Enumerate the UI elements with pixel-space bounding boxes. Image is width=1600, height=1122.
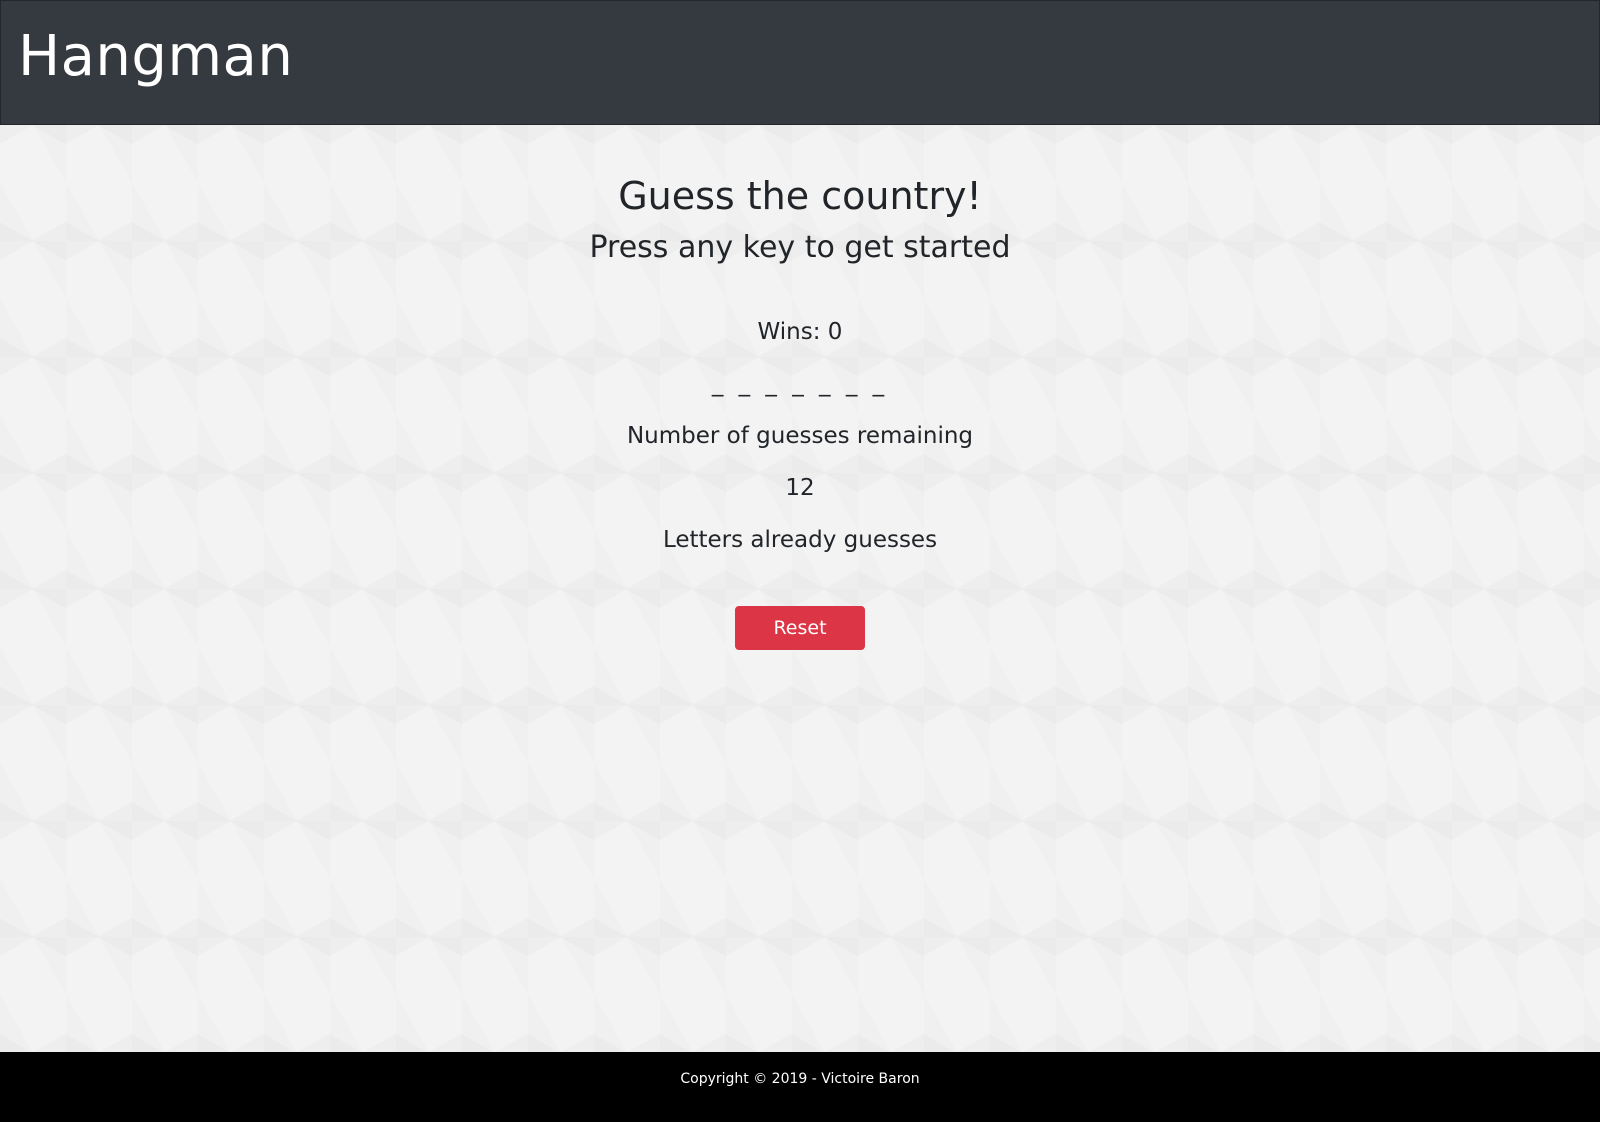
game-container: Guess the country! Press any key to get … [0,125,1600,1052]
instructions: Press any key to get started [589,230,1011,265]
page-heading: Guess the country! [618,174,982,218]
word-blanks: _ _ _ _ _ _ _ [711,371,889,397]
app-title: Hangman [18,24,294,89]
guesses-remaining-count: 12 [785,475,815,501]
footer: Copyright © 2019 - Victoire Baron [0,1052,1600,1122]
copyright-text: Copyright © 2019 - Victoire Baron [680,1071,920,1087]
navbar: Hangman [0,0,1600,125]
letters-guessed-label: Letters already guesses [662,527,938,553]
guesses-remaining-label: Number of guesses remaining [626,423,974,449]
reset-button[interactable]: Reset [735,606,865,650]
wins-counter: Wins: 0 [757,319,843,345]
